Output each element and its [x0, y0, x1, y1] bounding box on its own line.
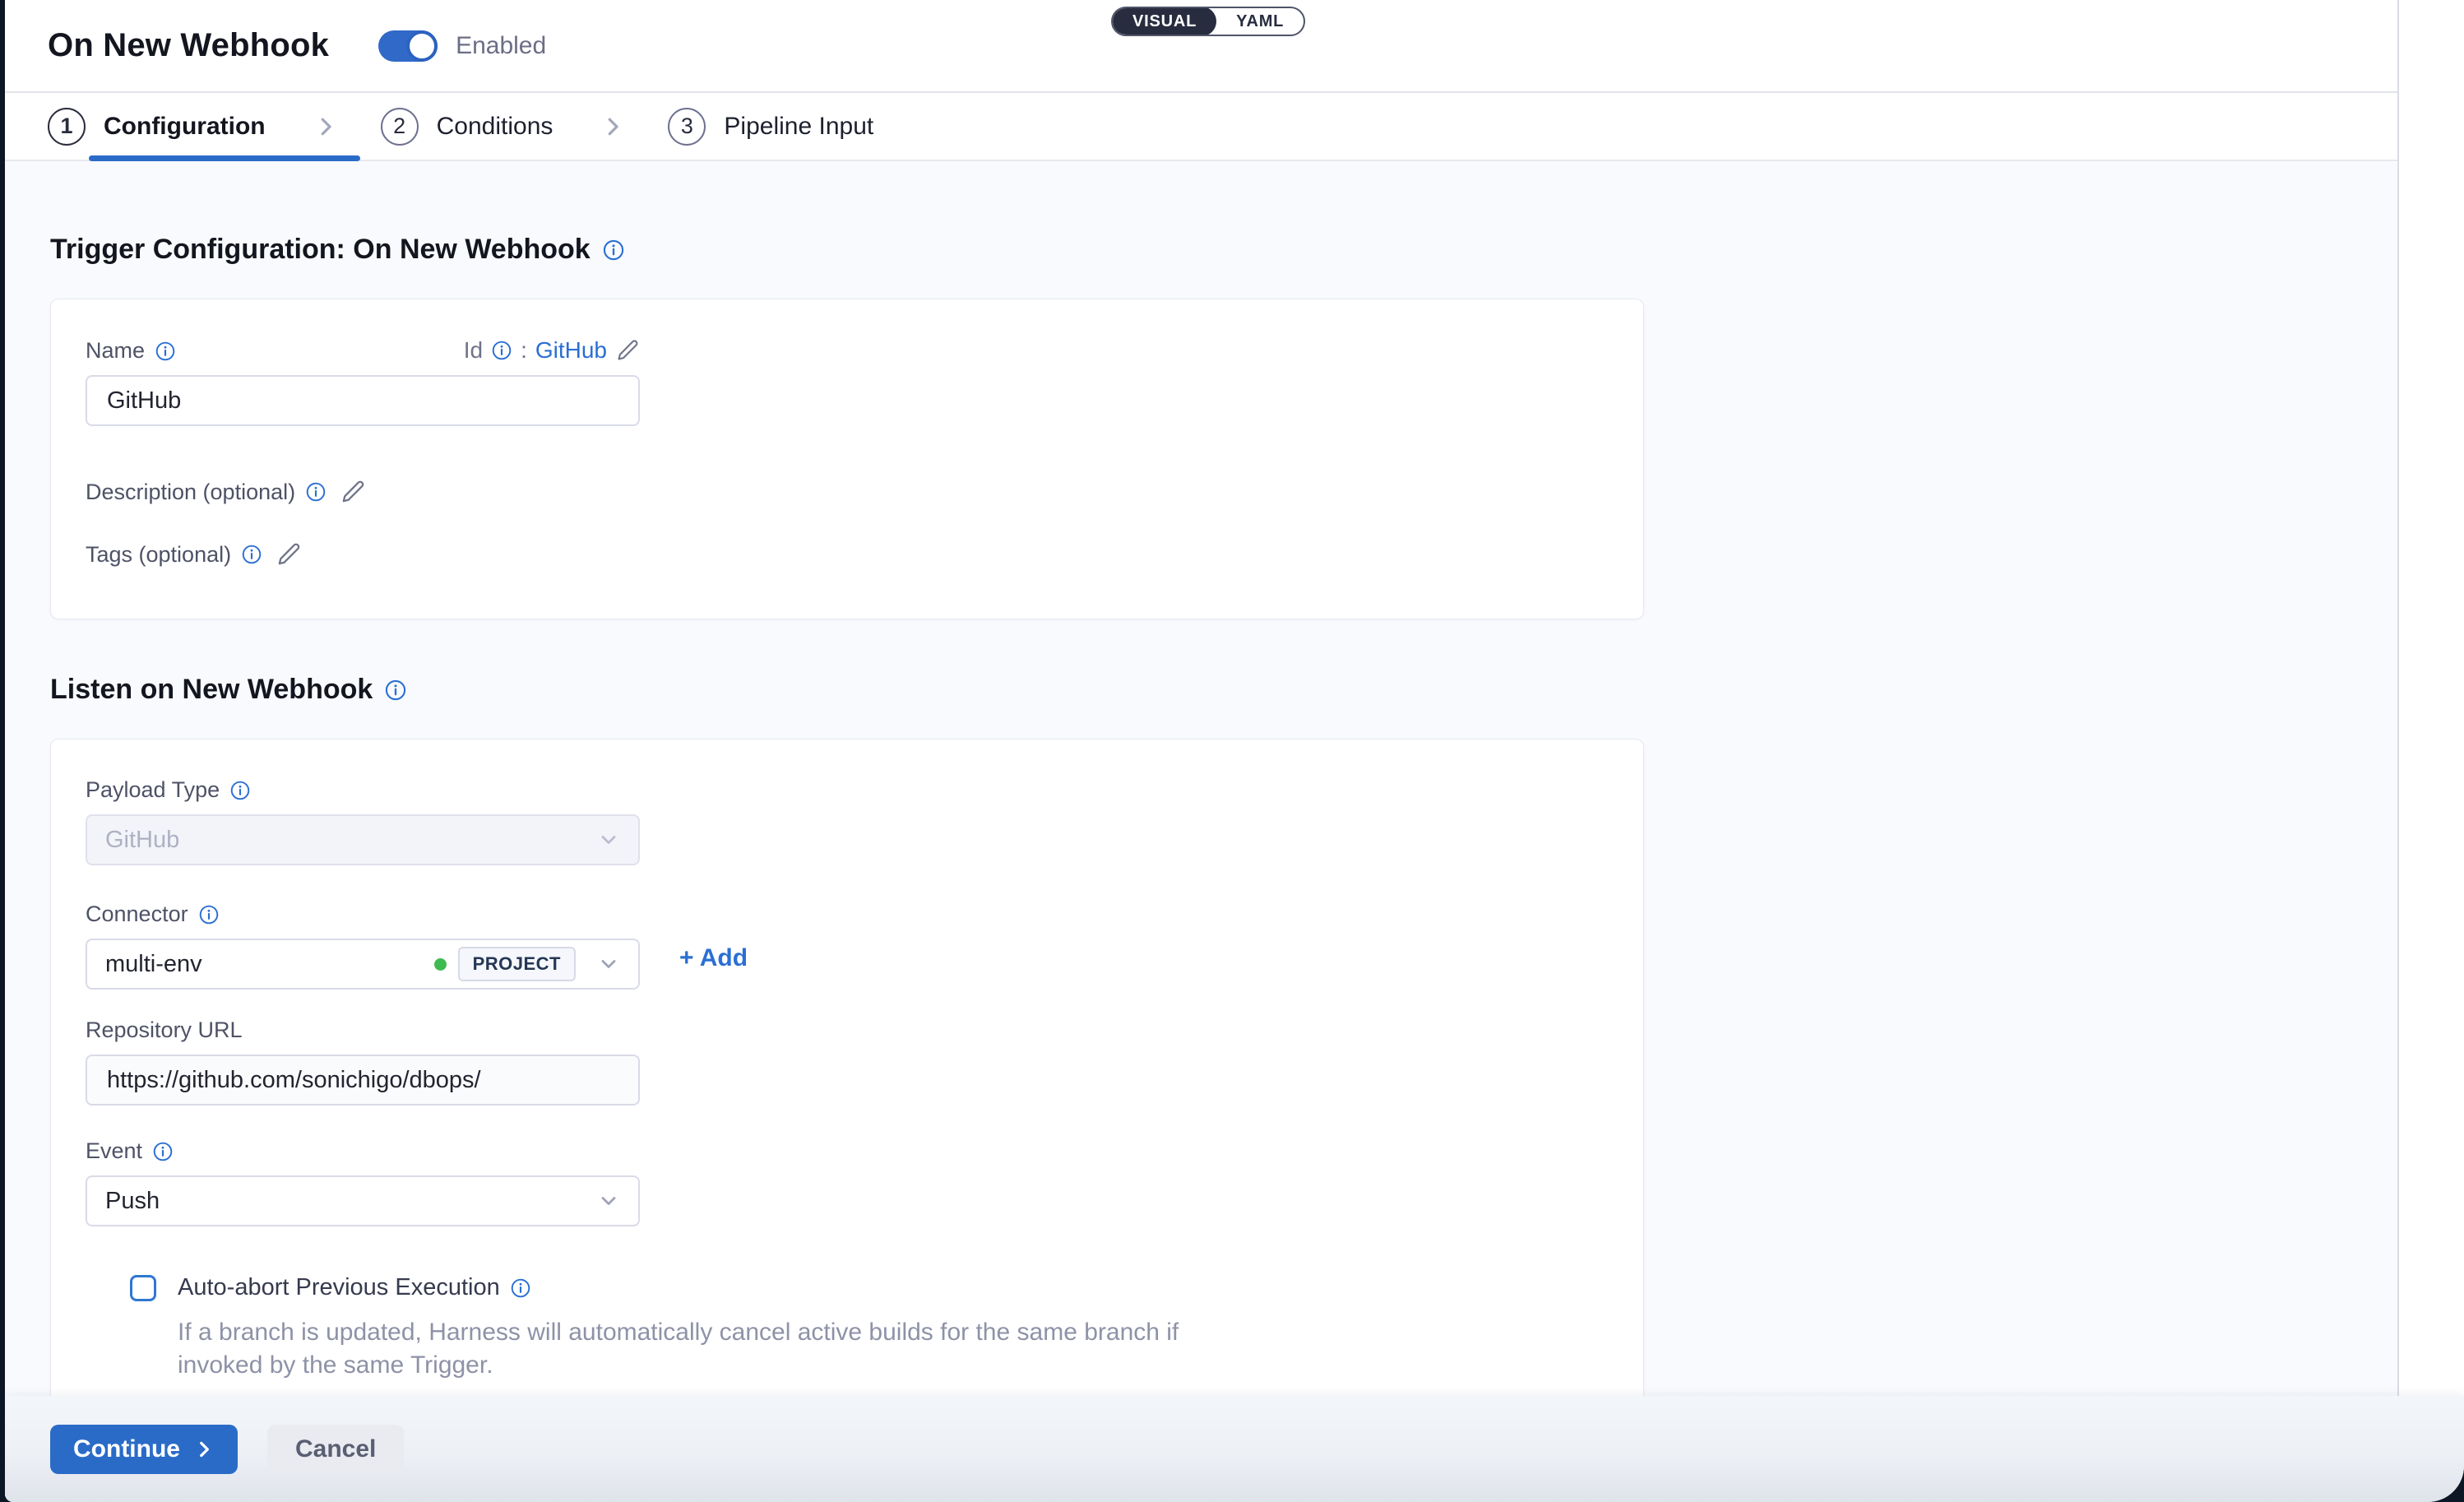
continue-button-label: Continue	[73, 1435, 180, 1463]
auto-abort-label: Auto-abort Previous Execution	[178, 1274, 500, 1301]
connector-scope-badge: PROJECT	[458, 947, 576, 981]
trigger-config-heading: Trigger Configuration: On New Webhook	[50, 234, 591, 266]
auto-abort-checkbox[interactable]	[130, 1275, 156, 1301]
connector-select[interactable]: multi-env PROJECT	[86, 939, 640, 990]
add-connector-button[interactable]: + Add	[679, 944, 748, 972]
connector-status-dot-icon	[434, 958, 447, 971]
description-label: Description (optional)	[86, 480, 295, 505]
repository-url-input[interactable]	[86, 1055, 640, 1106]
visual-yaml-toggle: VISUAL YAML	[1111, 7, 1305, 36]
tab-configuration[interactable]: 1 Configuration	[48, 93, 266, 160]
tab-conditions-number: 2	[381, 108, 419, 146]
chevron-down-icon	[597, 953, 620, 976]
trigger-drawer: On New Webhook Enabled VISUAL YAML 1 Con…	[5, 0, 2464, 1502]
event-select[interactable]: Push	[86, 1175, 640, 1226]
drawer-header: On New Webhook Enabled VISUAL YAML	[5, 0, 2397, 93]
name-label: Name	[86, 338, 145, 364]
repository-url-label: Repository URL	[86, 1018, 243, 1043]
tab-conditions[interactable]: 2 Conditions	[381, 93, 553, 160]
tab-pipeline-input-number: 3	[668, 108, 706, 146]
chevron-down-icon	[597, 828, 620, 851]
event-label: Event	[86, 1138, 142, 1164]
id-value-link[interactable]: GitHub	[535, 337, 607, 364]
info-icon[interactable]	[305, 481, 327, 503]
payload-type-label: Payload Type	[86, 777, 220, 803]
tags-label: Tags (optional)	[86, 542, 231, 568]
info-icon[interactable]	[384, 679, 407, 702]
tab-conditions-label: Conditions	[437, 113, 553, 141]
info-icon[interactable]	[155, 341, 176, 362]
chevron-right-icon	[193, 1439, 215, 1460]
cancel-button-label: Cancel	[295, 1435, 376, 1463]
info-icon[interactable]	[229, 780, 251, 801]
wizard-tabs: 1 Configuration 2 Conditions 3 Pipeline …	[5, 93, 2397, 161]
tab-configuration-number: 1	[48, 108, 86, 146]
listen-card: Payload Type GitHub Connector	[50, 739, 1644, 1502]
edit-tags-icon[interactable]	[276, 541, 302, 568]
cancel-button[interactable]: Cancel	[267, 1425, 404, 1474]
page-title: On New Webhook	[48, 27, 329, 64]
tab-pipeline-input[interactable]: 3 Pipeline Input	[668, 93, 873, 160]
info-icon[interactable]	[491, 340, 512, 361]
continue-button[interactable]: Continue	[50, 1425, 238, 1474]
toggle-knob-icon	[406, 30, 438, 62]
tab-pipeline-input-label: Pipeline Input	[724, 113, 873, 141]
tab-configuration-label: Configuration	[104, 113, 266, 141]
enabled-toggle[interactable]	[378, 30, 438, 62]
edit-description-icon[interactable]	[340, 479, 366, 505]
drawer-footer: Continue Cancel	[5, 1396, 2464, 1502]
yaml-toggle-button[interactable]: YAML	[1216, 7, 1304, 36]
event-value: Push	[105, 1188, 597, 1215]
connector-value: multi-env	[105, 951, 434, 978]
info-icon[interactable]	[510, 1277, 531, 1299]
payload-type-select[interactable]: GitHub	[86, 814, 640, 865]
auto-abort-help-text: If a branch is updated, Harness will aut…	[178, 1316, 1189, 1382]
enabled-label: Enabled	[456, 32, 546, 60]
visual-toggle-button[interactable]: VISUAL	[1113, 7, 1216, 36]
edit-id-icon[interactable]	[615, 338, 640, 363]
info-icon[interactable]	[602, 239, 625, 262]
active-tab-underline	[89, 155, 360, 161]
listen-heading: Listen on New Webhook	[50, 674, 373, 706]
id-label: Id	[464, 337, 483, 364]
form-content: Trigger Configuration: On New Webhook Na…	[5, 161, 2397, 1502]
chevron-right-icon	[313, 111, 338, 142]
chevron-down-icon	[597, 1189, 620, 1212]
info-icon[interactable]	[241, 544, 262, 565]
name-input[interactable]	[86, 375, 640, 426]
info-icon[interactable]	[152, 1141, 174, 1162]
payload-type-value: GitHub	[105, 827, 597, 854]
chevron-right-icon	[600, 111, 625, 142]
id-separator: :	[521, 337, 527, 364]
connector-label: Connector	[86, 902, 188, 927]
info-icon[interactable]	[198, 904, 220, 925]
trigger-config-card: Name Id : GitHub	[50, 299, 1644, 619]
main-panel: On New Webhook Enabled VISUAL YAML 1 Con…	[5, 0, 2399, 1502]
